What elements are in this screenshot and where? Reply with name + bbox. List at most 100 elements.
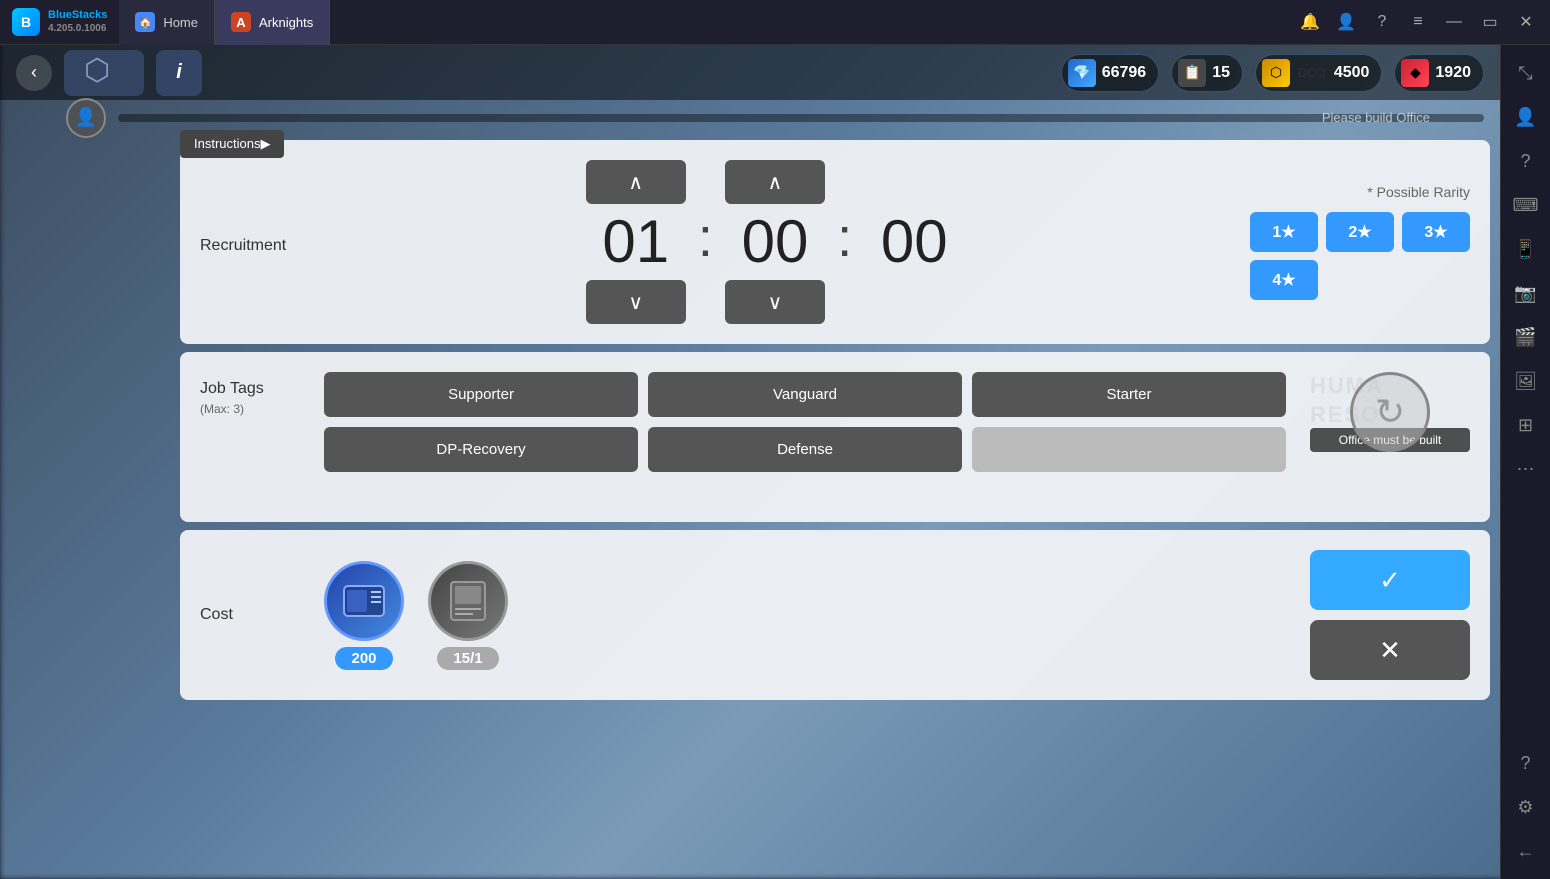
permit-value: 15/1 bbox=[437, 647, 498, 670]
colon-2: : bbox=[837, 205, 852, 269]
hr-icon-area: HUMARESO Office must be built bbox=[1310, 372, 1470, 452]
main-content: Instructions▶ Recruitment ∧ 01 ∨ : ∧ 00 … bbox=[180, 140, 1490, 859]
jobtags-sublabel: (Max: 3) bbox=[200, 402, 300, 416]
rarity-4star-btn[interactable]: 4★ bbox=[1250, 260, 1318, 300]
account-btn[interactable]: 👤 bbox=[1330, 6, 1362, 38]
tab-home-icon: 🏠 bbox=[135, 12, 155, 32]
cancel-button[interactable]: ✕ bbox=[1310, 620, 1470, 680]
rarity-title: * Possible Rarity bbox=[1250, 184, 1470, 200]
orundum-resource: ⬡ DC⬡ 4500 bbox=[1255, 54, 1382, 92]
tag-starter-btn[interactable]: Starter bbox=[972, 372, 1286, 417]
rarity-1star-btn[interactable]: 1★ bbox=[1250, 212, 1318, 252]
orundum-icon: ⬡ bbox=[1262, 59, 1290, 87]
hours-up-btn[interactable]: ∧ bbox=[586, 160, 686, 204]
permit-icon bbox=[428, 561, 508, 641]
gem-resource: ◆ 1920 bbox=[1394, 54, 1484, 92]
right-sidebar: ⤡ 👤 ? ⌨ 📱 📷 🎬 🖼 ⊞ ⋯ ? ⚙ ← bbox=[1500, 45, 1550, 879]
cancel-icon: ✕ bbox=[1379, 635, 1401, 666]
bs-app-icon: B bbox=[12, 8, 40, 36]
minutes-value: 00 bbox=[725, 212, 825, 272]
notification-btn[interactable]: 🔔 bbox=[1294, 6, 1326, 38]
minimize-btn[interactable]: — bbox=[1438, 6, 1470, 38]
window-controls: 🔔 👤 ? ≡ — ▭ ✕ bbox=[1294, 6, 1550, 38]
instructions-label: Instructions▶ bbox=[194, 136, 270, 152]
restore-btn[interactable]: ▭ bbox=[1474, 6, 1506, 38]
tag-vanguard-btn[interactable]: Vanguard bbox=[648, 372, 962, 417]
tag-defense-btn[interactable]: Defense bbox=[648, 427, 962, 472]
sanity-icon: 💎 bbox=[1068, 59, 1096, 87]
tags-grid: Supporter Vanguard Starter DP-Recovery D… bbox=[324, 372, 1286, 472]
rarity-section: * Possible Rarity 1★ 2★ 3★ 4★ bbox=[1250, 184, 1470, 300]
hours-value: 01 bbox=[586, 212, 686, 272]
layers-btn[interactable]: ⊞ bbox=[1506, 405, 1546, 445]
cost-item-permit: 15/1 bbox=[428, 561, 508, 670]
tab-arknights[interactable]: A Arknights bbox=[215, 0, 330, 45]
confirm-icon: ✓ bbox=[1379, 565, 1401, 596]
screenshot-btn[interactable]: 📷 bbox=[1506, 273, 1546, 313]
orundum-value: 4500 bbox=[1334, 64, 1370, 82]
tab-home-label: Home bbox=[163, 15, 198, 30]
recruitment-panel: Recruitment ∧ 01 ∨ : ∧ 00 ∨ : 00 * Possi… bbox=[180, 140, 1490, 344]
menu-btn[interactable]: ≡ bbox=[1402, 6, 1434, 38]
recruit-icon: 📋 bbox=[1178, 59, 1206, 87]
game-info-btn[interactable]: i bbox=[156, 50, 202, 96]
timer-display: ∧ 01 ∨ : ∧ 00 ∨ : 00 bbox=[324, 160, 1226, 324]
seconds-value: 00 bbox=[864, 212, 964, 272]
ticket-value: 200 bbox=[335, 647, 392, 670]
gallery-btn[interactable]: 🖼 bbox=[1506, 361, 1546, 401]
tag-empty-slot bbox=[972, 427, 1286, 472]
minutes-up-btn[interactable]: ∧ bbox=[725, 160, 825, 204]
recruitment-label: Recruitment bbox=[200, 237, 300, 255]
sidebar-question-btn[interactable]: ? bbox=[1506, 743, 1546, 783]
recruit-value: 15 bbox=[1212, 64, 1230, 82]
hours-down-btn[interactable]: ∨ bbox=[586, 280, 686, 324]
colon-1: : bbox=[698, 205, 713, 269]
sidebar-settings-btn[interactable]: ⚙ bbox=[1506, 787, 1546, 827]
ticket-icon bbox=[324, 561, 404, 641]
titlebar: B BlueStacks4.205.0.1006 🏠 Home A Arknig… bbox=[0, 0, 1550, 45]
tag-dp-recovery-btn[interactable]: DP-Recovery bbox=[324, 427, 638, 472]
hours-group: ∧ 01 ∨ bbox=[586, 160, 686, 324]
keyboard-btn[interactable]: ⌨ bbox=[1506, 185, 1546, 225]
sanity-resource: 💎 66796 bbox=[1061, 54, 1160, 92]
cost-label: Cost bbox=[200, 606, 300, 624]
game-home-btn[interactable] bbox=[64, 50, 144, 96]
help-btn[interactable]: ? bbox=[1366, 6, 1398, 38]
minutes-group: ∧ 00 ∨ bbox=[725, 160, 825, 324]
jobtags-panel: Job Tags (Max: 3) Supporter Vanguard Sta… bbox=[180, 352, 1490, 522]
exp-bar bbox=[118, 114, 1484, 122]
rarity-2star-btn[interactable]: 2★ bbox=[1326, 212, 1394, 252]
action-buttons: ✓ ✕ bbox=[1310, 550, 1470, 680]
bluestacks-logo: B BlueStacks4.205.0.1006 bbox=[0, 8, 119, 36]
game-back-btn[interactable]: ‹ bbox=[16, 55, 52, 91]
mobile-view-btn[interactable]: 📱 bbox=[1506, 229, 1546, 269]
sidebar-help-btn[interactable]: ? bbox=[1506, 141, 1546, 181]
home-hexagon-icon bbox=[84, 53, 124, 93]
hr-refresh-icon[interactable] bbox=[1350, 372, 1430, 452]
rarity-3star-btn[interactable]: 3★ bbox=[1402, 212, 1470, 252]
confirm-button[interactable]: ✓ bbox=[1310, 550, 1470, 610]
game-topbar: ‹ i 💎 66796 📋 15 ⬡ DC⬡ 4500 ◆ 1920 bbox=[0, 45, 1500, 100]
bs-app-name: BlueStacks4.205.0.1006 bbox=[48, 9, 107, 35]
fullscreen-btn[interactable]: ⤡ bbox=[1506, 53, 1546, 93]
sidebar-back-btn[interactable]: ← bbox=[1506, 831, 1546, 871]
close-btn[interactable]: ✕ bbox=[1510, 6, 1542, 38]
minutes-down-btn[interactable]: ∨ bbox=[725, 280, 825, 324]
jobtags-label: Job Tags bbox=[200, 380, 300, 398]
tab-arknights-icon: A bbox=[231, 12, 251, 32]
tab-arknights-label: Arknights bbox=[259, 15, 313, 30]
tab-home[interactable]: 🏠 Home bbox=[119, 0, 215, 45]
tag-supporter-btn[interactable]: Supporter bbox=[324, 372, 638, 417]
cost-item-ticket: 200 bbox=[324, 561, 404, 670]
more-btn[interactable]: ⋯ bbox=[1506, 449, 1546, 489]
progress-area: 👤 Please build Office bbox=[50, 100, 1500, 135]
recruit-resource: 📋 15 bbox=[1171, 54, 1243, 92]
jobtags-label-group: Job Tags (Max: 3) bbox=[200, 372, 300, 416]
please-build-text: Please build Office bbox=[1322, 110, 1430, 125]
cost-items: 200 15/1 bbox=[324, 561, 1286, 670]
sidebar-account-btn[interactable]: 👤 bbox=[1506, 97, 1546, 137]
record-btn[interactable]: 🎬 bbox=[1506, 317, 1546, 357]
player-avatar: 👤 bbox=[66, 98, 106, 138]
rarity-grid: 1★ 2★ 3★ 4★ bbox=[1250, 212, 1470, 300]
cost-panel: Cost 200 bbox=[180, 530, 1490, 700]
